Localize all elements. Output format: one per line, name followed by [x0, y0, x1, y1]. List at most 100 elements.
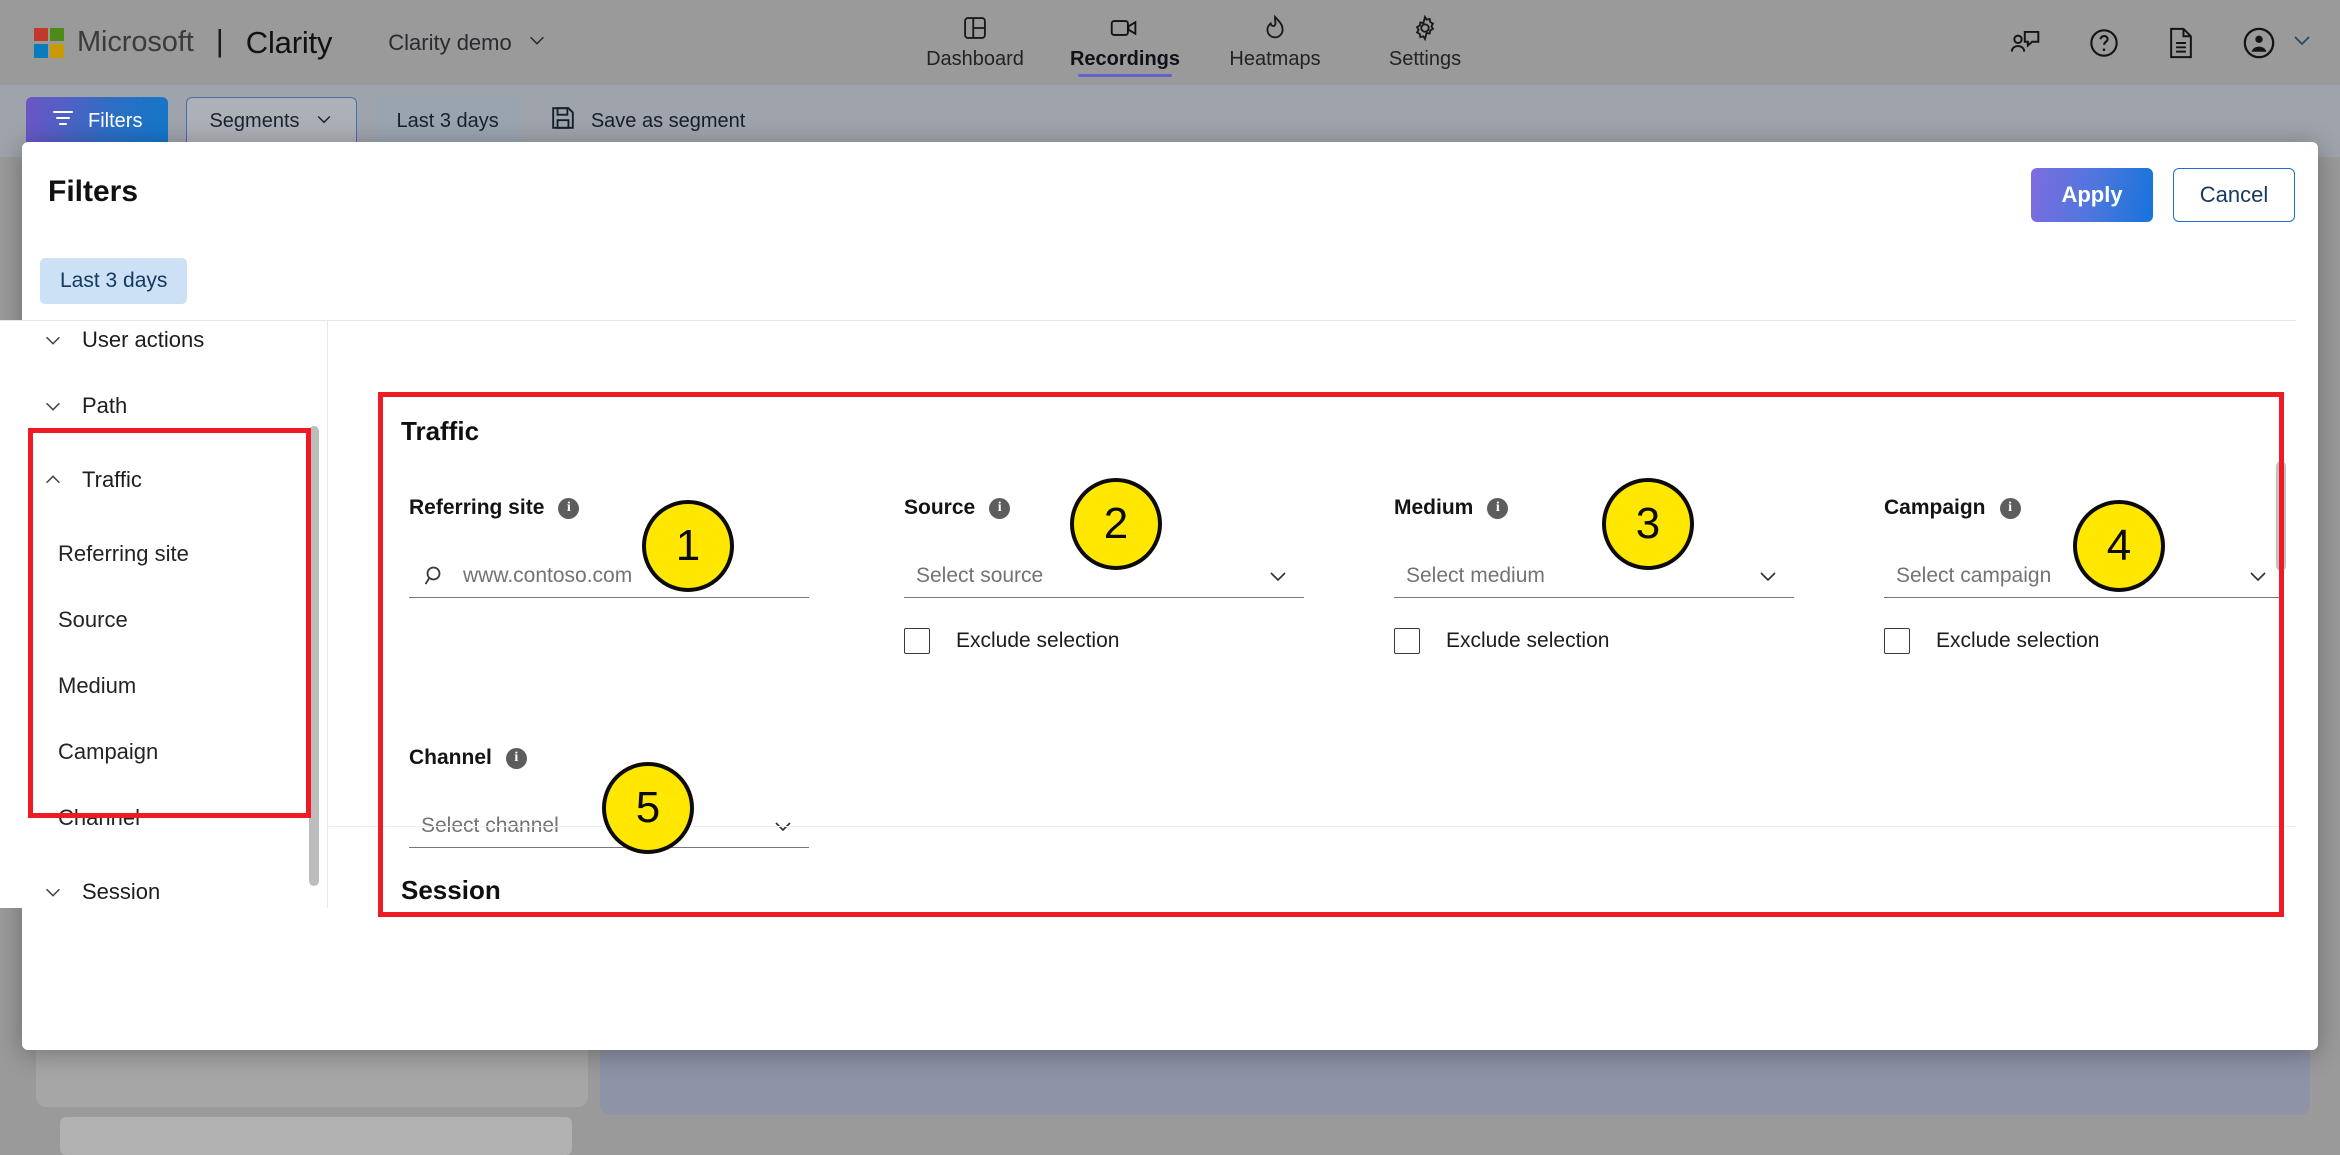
date-range-button[interactable]: Last 3 days — [375, 97, 521, 145]
save-as-segment-button[interactable]: Save as segment — [539, 97, 758, 145]
active-filter-chip[interactable]: Last 3 days — [40, 258, 187, 304]
field-label: Medium — [1394, 496, 1473, 520]
chevron-down-icon — [1756, 564, 1780, 588]
dashboard-icon — [961, 13, 989, 43]
sidebar-scrollbar[interactable] — [309, 426, 319, 886]
nav-item-heatmaps[interactable]: Heatmaps — [1200, 6, 1350, 71]
main-nav: Dashboard Recordings Heatmaps — [900, 0, 1500, 85]
bg-card — [60, 1117, 572, 1155]
section-title-session: Session — [401, 875, 501, 906]
sidebar-item-label: Source — [58, 607, 128, 633]
sidebar-item-referring-site[interactable]: Referring site — [0, 521, 300, 587]
brand-block: Microsoft | Clarity — [34, 25, 332, 61]
chevron-down-icon — [42, 329, 64, 351]
medium-placeholder: Select medium — [1406, 564, 1545, 588]
section-title-traffic: Traffic — [401, 416, 479, 447]
campaign-exclude-checkbox[interactable]: Exclude selection — [1884, 628, 2284, 654]
feedback-icon[interactable] — [2010, 28, 2042, 58]
callout-badge-1: 1 — [642, 500, 734, 592]
exclude-label: Exclude selection — [956, 629, 1119, 653]
save-disk-icon — [551, 106, 575, 136]
header-actions — [2010, 0, 2314, 85]
sidebar-item-medium[interactable]: Medium — [0, 653, 300, 719]
medium-dropdown[interactable]: Select medium — [1394, 554, 1794, 598]
field-label: Channel — [409, 746, 492, 770]
chevron-down-icon — [1266, 564, 1290, 588]
field-header: Referring site i — [409, 496, 809, 520]
field-header: Medium i — [1394, 496, 1794, 520]
sidebar-group-label: Path — [82, 393, 127, 419]
sidebar-item-label: Channel — [58, 805, 140, 831]
chevron-up-icon — [42, 469, 64, 491]
chevron-down-icon — [2246, 564, 2270, 588]
nav-active-underline — [1078, 74, 1172, 77]
nav-item-dashboard[interactable]: Dashboard — [900, 6, 1050, 71]
project-selector[interactable]: Clarity demo — [388, 29, 547, 57]
gear-icon — [1411, 13, 1439, 43]
sidebar-group-user-actions[interactable]: User actions — [0, 321, 300, 373]
microsoft-logo-icon — [34, 28, 64, 58]
info-icon[interactable]: i — [989, 498, 1010, 519]
callout-badge-2: 2 — [1070, 478, 1162, 570]
filters-button-label: Filters — [88, 110, 142, 133]
source-exclude-checkbox[interactable]: Exclude selection — [904, 628, 1304, 654]
referring-site-input[interactable]: www.contoso.com — [409, 554, 809, 598]
date-range-label: Last 3 days — [397, 110, 499, 133]
search-icon — [423, 564, 447, 588]
info-icon[interactable]: i — [1487, 498, 1508, 519]
docs-icon[interactable] — [2166, 27, 2196, 59]
dialog-title: Filters — [48, 175, 138, 209]
medium-exclude-checkbox[interactable]: Exclude selection — [1394, 628, 1794, 654]
flame-icon — [1262, 13, 1288, 43]
checkbox-box — [1884, 628, 1910, 654]
exclude-label: Exclude selection — [1446, 629, 1609, 653]
field-label: Source — [904, 496, 975, 520]
cancel-button[interactable]: Cancel — [2173, 168, 2295, 222]
source-placeholder: Select source — [916, 564, 1043, 588]
sidebar-item-source[interactable]: Source — [0, 587, 300, 653]
help-icon[interactable] — [2088, 27, 2120, 59]
sidebar-group-session[interactable]: Session — [0, 859, 300, 908]
account-menu[interactable] — [2242, 26, 2314, 60]
nav-item-settings[interactable]: Settings — [1350, 6, 1500, 71]
filters-button[interactable]: Filters — [26, 97, 168, 145]
callout-badge-4: 4 — [2073, 500, 2165, 592]
chevron-down-icon — [42, 395, 64, 417]
info-icon[interactable]: i — [506, 748, 527, 769]
info-icon[interactable]: i — [2000, 498, 2021, 519]
field-referring-site: Referring site i www.contoso.com — [409, 496, 809, 598]
sidebar-item-campaign[interactable]: Campaign — [0, 719, 300, 785]
project-selector-label: Clarity demo — [388, 30, 511, 56]
nav-label-recordings: Recordings — [1070, 48, 1180, 71]
referring-site-placeholder: www.contoso.com — [463, 564, 632, 588]
product-name: Clarity — [246, 25, 332, 61]
campaign-placeholder: Select campaign — [1896, 564, 2051, 588]
nav-label-heatmaps: Heatmaps — [1229, 48, 1320, 71]
apply-button[interactable]: Apply — [2031, 168, 2153, 222]
sidebar-group-path[interactable]: Path — [0, 373, 300, 439]
main-panel-scrollbar[interactable] — [2276, 461, 2286, 571]
field-label: Campaign — [1884, 496, 1986, 520]
exclude-label: Exclude selection — [1936, 629, 2099, 653]
sidebar-item-channel[interactable]: Channel — [0, 785, 300, 851]
sidebar-group-label: Session — [82, 879, 160, 905]
dialog-actions: Apply Cancel — [2031, 168, 2295, 222]
sidebar-group-label: Traffic — [82, 467, 142, 493]
sidebar-group-traffic[interactable]: Traffic — [0, 447, 300, 513]
info-icon[interactable]: i — [558, 498, 579, 519]
field-label: Referring site — [409, 496, 544, 520]
sidebar-item-label: Medium — [58, 673, 136, 699]
callout-badge-5: 5 — [602, 762, 694, 854]
chevron-down-icon — [42, 881, 64, 903]
nav-item-recordings[interactable]: Recordings — [1050, 6, 1200, 71]
callout-badge-3: 3 — [1602, 478, 1694, 570]
top-header: Microsoft | Clarity Clarity demo Dashboa… — [0, 0, 2340, 85]
sidebar-item-label: Campaign — [58, 739, 158, 765]
segments-button[interactable]: Segments — [186, 97, 356, 145]
microsoft-wordmark: Microsoft — [77, 26, 194, 59]
field-medium: Medium i Select medium Exclude selection — [1394, 496, 1794, 654]
chevron-down-icon — [526, 29, 548, 57]
nav-label-dashboard: Dashboard — [926, 48, 1024, 71]
segments-button-label: Segments — [209, 110, 299, 133]
sidebar-group-label: User actions — [82, 327, 204, 353]
